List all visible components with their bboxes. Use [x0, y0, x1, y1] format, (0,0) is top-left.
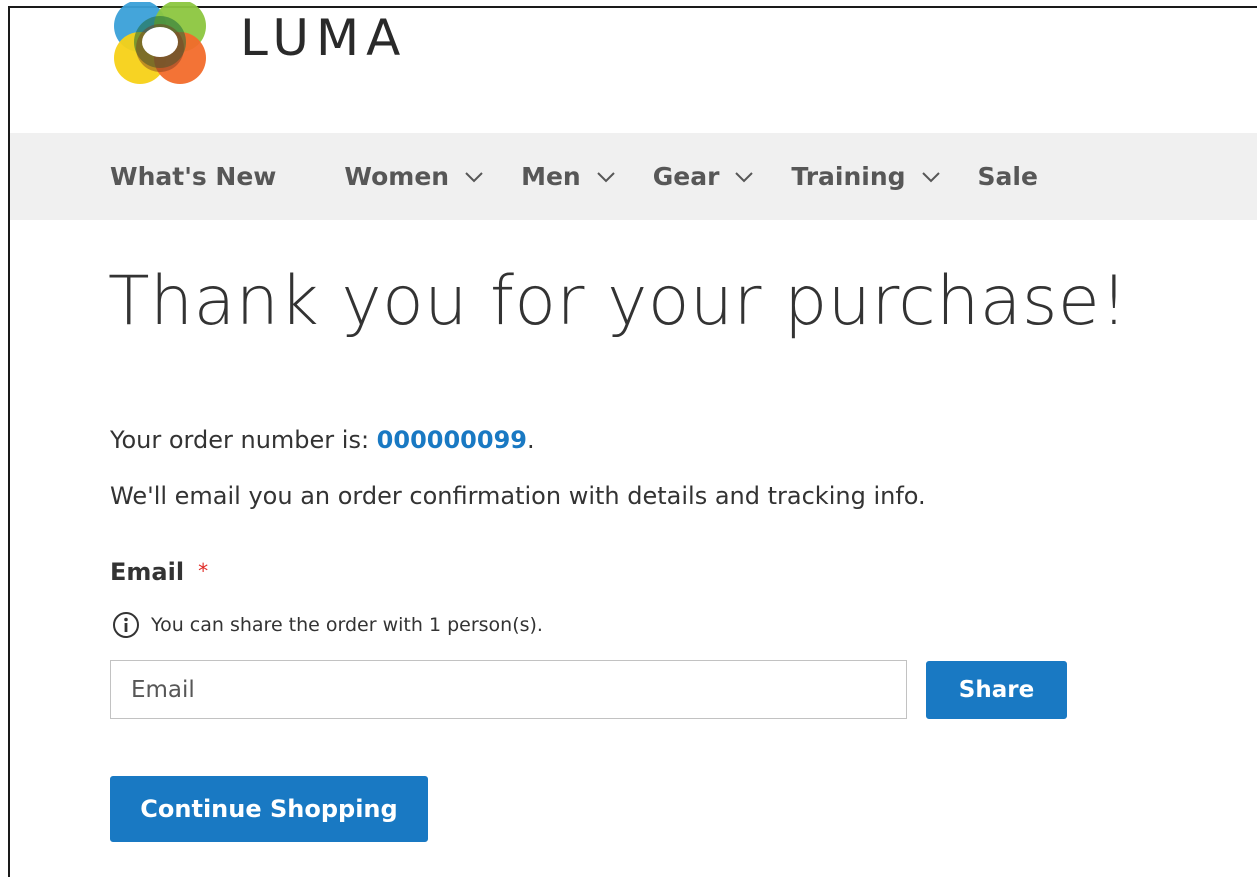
nav-item-women[interactable]: Women: [344, 162, 485, 191]
nav-item-label: What's New: [110, 162, 277, 191]
chevron-down-icon: [735, 171, 754, 182]
chevron-down-icon: [597, 171, 615, 182]
luma-logo-icon[interactable]: [110, 0, 210, 86]
nav-item-gear[interactable]: Gear: [653, 162, 756, 191]
order-number-suffix: .: [526, 426, 535, 454]
email-field-label: Email *: [110, 558, 208, 586]
nav-item-men[interactable]: Men: [521, 162, 617, 191]
email-input[interactable]: [110, 660, 907, 719]
nav-list: What's New Women Men Gear Training Sale: [110, 133, 1074, 220]
email-label-text: Email: [110, 558, 185, 586]
nav-item-label: Gear: [652, 162, 720, 191]
chevron-down-icon: [921, 171, 940, 182]
nav-item-label: Men: [521, 162, 581, 191]
share-button[interactable]: Share: [926, 661, 1067, 719]
nav-item-training[interactable]: Training: [791, 162, 941, 191]
share-note-text: You can share the order with 1 person(s)…: [151, 614, 543, 636]
logo-text: LUMA: [240, 9, 408, 67]
nav-item-sale[interactable]: Sale: [978, 162, 1038, 191]
nav-item-label: Training: [791, 162, 906, 191]
order-number-link[interactable]: 000000099: [377, 426, 527, 454]
chevron-down-icon: [465, 171, 483, 182]
share-note: You can share the order with 1 person(s)…: [111, 610, 543, 640]
site-header: LUMA: [110, 0, 408, 88]
order-number-line: Your order number is: 000000099.: [110, 426, 535, 454]
nav-item-label: Sale: [977, 162, 1038, 191]
main-navigation: What's New Women Men Gear Training Sale: [10, 133, 1257, 220]
email-confirmation-notice: We'll email you an order confirmation wi…: [110, 482, 926, 510]
nav-item-whats-new[interactable]: What's New: [110, 162, 276, 191]
page-title: Thank you for your purchase!: [108, 262, 1128, 341]
required-indicator: *: [198, 559, 209, 583]
nav-item-label: Women: [344, 162, 450, 191]
info-icon: [113, 612, 139, 638]
order-number-prefix: Your order number is:: [110, 426, 377, 454]
continue-shopping-button[interactable]: Continue Shopping: [110, 776, 428, 842]
